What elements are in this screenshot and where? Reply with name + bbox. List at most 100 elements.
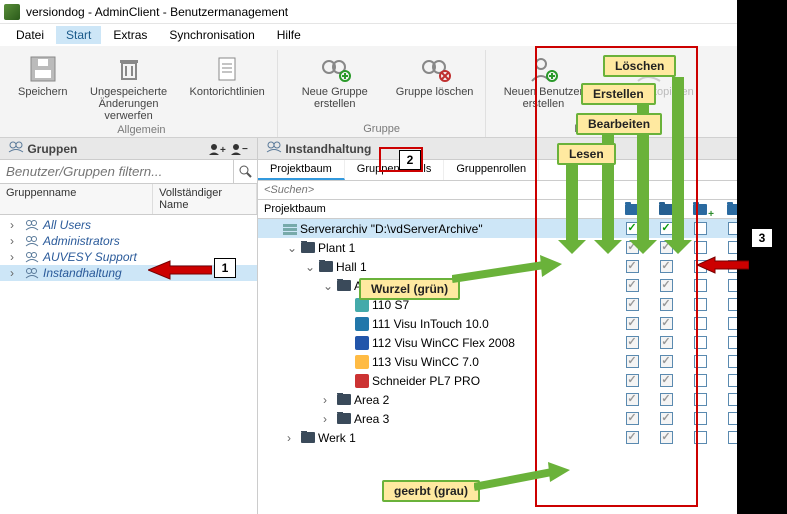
perm-checkbox[interactable]: ✓ [626, 317, 639, 330]
perm-checkbox[interactable]: ✓ [660, 298, 673, 311]
perm-checkbox[interactable]: ✓ [626, 336, 639, 349]
device-icon [355, 374, 369, 388]
user-minus-icon[interactable]: − [229, 142, 249, 156]
tab-projektbaum[interactable]: Projektbaum [258, 160, 345, 180]
menu-start[interactable]: Start [56, 26, 101, 44]
perm-checkbox[interactable] [694, 279, 707, 292]
folder-icon [337, 394, 351, 405]
left-panel: Gruppen + − Gruppenname Vollständiger Na… [0, 138, 258, 514]
perm-checkbox[interactable]: ✓ [626, 431, 639, 444]
tree-row[interactable]: › Werk 1 ✓ ✓ [258, 428, 787, 447]
chevron-icon[interactable]: ⌄ [323, 279, 334, 293]
menu-synchronisation[interactable]: Synchronisation [159, 26, 264, 44]
perm-checkbox[interactable] [694, 336, 707, 349]
perm-checkbox[interactable]: ✓ [626, 393, 639, 406]
device-icon [355, 355, 369, 369]
tab-gruppenrollen[interactable]: Gruppenrollen [444, 160, 539, 180]
menu-bar: Datei Start Extras Synchronisation Hilfe [0, 24, 787, 46]
tree-row-label: 112 Visu WinCC Flex 2008 [372, 336, 515, 350]
perm-checkbox[interactable]: ✓ [660, 279, 673, 292]
perm-checkbox[interactable]: ✓ [660, 317, 673, 330]
chevron-icon[interactable]: › [323, 412, 334, 426]
green-arrow-loeschen [672, 77, 684, 240]
chevron-icon[interactable]: › [323, 393, 334, 407]
perm-checkbox[interactable]: ✓ [660, 393, 673, 406]
tree-row[interactable]: › Area 2 ✓ ✓ [258, 390, 787, 409]
perm-checkbox[interactable] [694, 393, 707, 406]
tree-row-label: Hall 1 [336, 260, 367, 274]
group-item[interactable]: › Administrators [0, 233, 257, 249]
folder-create-icon [693, 204, 707, 215]
menu-datei[interactable]: Datei [6, 26, 54, 44]
perm-checkbox[interactable]: ✓ [626, 374, 639, 387]
folder-icon [301, 242, 315, 253]
policy-icon [213, 52, 241, 86]
discard-changes-button[interactable]: Ungespeicherte Änderungen verwerfen [78, 50, 180, 124]
badge-1: 1 [214, 258, 236, 278]
right-panel-header: Instandhaltung [258, 138, 787, 160]
perm-checkbox[interactable]: ✓ [626, 279, 639, 292]
new-group-button[interactable]: Neue Gruppe erstellen [284, 50, 386, 123]
save-button[interactable]: Speichern [12, 50, 74, 124]
perm-checkbox[interactable]: ✓ [660, 336, 673, 349]
perm-checkbox[interactable]: ✓ [660, 374, 673, 387]
tree-row[interactable]: › Area 3 ✓ ✓ [258, 409, 787, 428]
filter-input[interactable] [0, 160, 233, 183]
menu-extras[interactable]: Extras [103, 26, 157, 44]
red-arrow-3 [697, 255, 749, 275]
tree-row[interactable]: 110 S7 ✓ ✓ [258, 295, 787, 314]
tree-row-label: Schneider PL7 PRO [372, 374, 480, 388]
perm-checkbox[interactable]: ✓ [660, 412, 673, 425]
tree-search-input[interactable] [258, 181, 787, 200]
perm-checkbox[interactable]: ✓ [626, 260, 639, 273]
tree-row[interactable]: 113 Visu WinCC 7.0 ✓ ✓ [258, 352, 787, 371]
perm-checkbox[interactable] [694, 374, 707, 387]
chevron-icon[interactable]: ⌄ [287, 241, 298, 255]
tree-row[interactable]: 112 Visu WinCC Flex 2008 ✓ ✓ [258, 333, 787, 352]
chevron-icon[interactable]: › [287, 431, 298, 445]
tree-row-label: Area 2 [354, 393, 389, 407]
perm-checkbox[interactable]: ✓ [660, 431, 673, 444]
perm-checkbox[interactable]: ✓ [626, 412, 639, 425]
col-gruppenname[interactable]: Gruppenname [0, 184, 153, 214]
account-policies-button[interactable]: Kontorichtlinien [184, 50, 271, 124]
perm-checkbox[interactable] [694, 241, 707, 254]
chevron-icon[interactable]: ⌄ [305, 260, 316, 274]
folder-edit-icon [659, 204, 673, 215]
device-icon [355, 317, 369, 331]
perm-checkbox[interactable] [694, 222, 707, 235]
tree-row[interactable]: Schneider PL7 PRO ✓ ✓ [258, 371, 787, 390]
perm-checkbox[interactable]: ✓ [660, 355, 673, 368]
perm-checkbox[interactable] [694, 431, 707, 444]
server-icon [283, 223, 297, 235]
col-vollname[interactable]: Vollständiger Name [153, 184, 257, 214]
delete-group-button[interactable]: Gruppe löschen [390, 50, 480, 123]
perm-checkbox[interactable] [694, 355, 707, 368]
perm-checkbox[interactable]: ✓ [660, 260, 673, 273]
perm-checkbox[interactable] [694, 298, 707, 311]
user-plus-icon[interactable]: + [207, 142, 227, 156]
group-item-label: Instandhaltung [43, 266, 122, 280]
app-icon [4, 4, 20, 20]
perm-checkbox[interactable] [694, 317, 707, 330]
perm-checkbox[interactable]: ✓ [660, 222, 673, 235]
right-panel: Instandhaltung Projektbaum Gruppendetail… [258, 138, 787, 514]
callout-geerbt: geerbt (grau) [382, 480, 480, 502]
group-item-icon [25, 220, 39, 231]
right-panel-title: Instandhaltung [285, 142, 371, 156]
perm-checkbox[interactable]: ✓ [626, 298, 639, 311]
svg-text:−: − [242, 144, 248, 155]
group-item-icon [25, 252, 39, 263]
group-item-icon [25, 268, 39, 279]
tree-header-label[interactable]: Projektbaum [258, 200, 615, 218]
tree-row[interactable]: 111 Visu InTouch 10.0 ✓ ✓ [258, 314, 787, 333]
perm-checkbox[interactable] [694, 412, 707, 425]
perm-checkbox[interactable]: ✓ [626, 355, 639, 368]
tree-row[interactable]: Serverarchiv "D:\vdServerArchive" ✓ ✓ [258, 219, 787, 238]
save-icon [29, 52, 57, 86]
perm-col-create[interactable] [683, 204, 717, 215]
search-button[interactable] [233, 160, 257, 183]
tree-row-label: Werk 1 [318, 431, 356, 445]
group-item[interactable]: › All Users [0, 217, 257, 233]
menu-hilfe[interactable]: Hilfe [267, 26, 311, 44]
